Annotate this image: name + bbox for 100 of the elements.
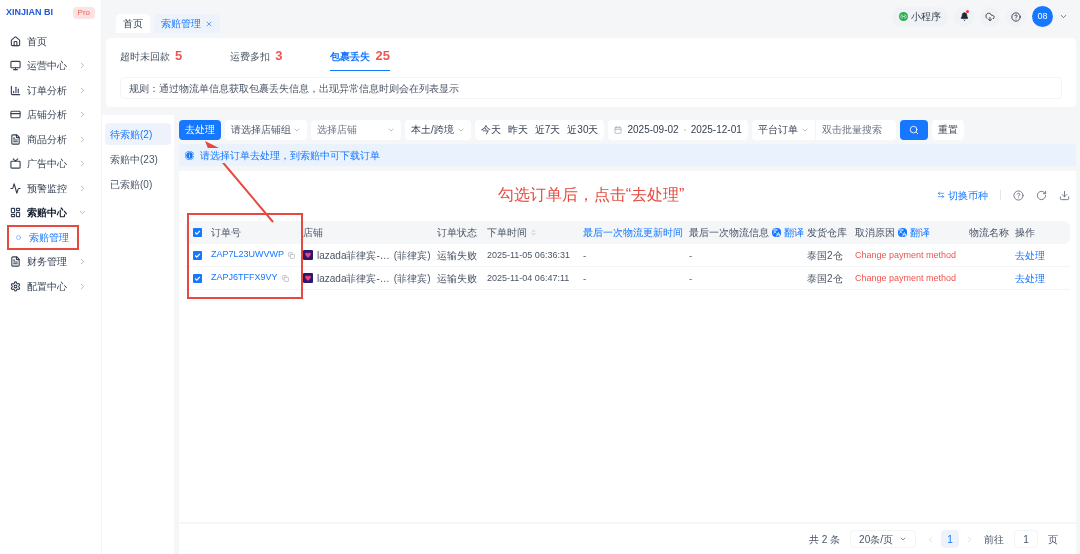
calendar-icon (614, 125, 623, 134)
help-button[interactable] (1006, 6, 1026, 27)
caret-icon (899, 535, 907, 543)
table-cell: 运输失败 (437, 249, 477, 261)
table-cell: Change payment method (855, 273, 957, 284)
notice-text: 请选择订单去处理，到索赔中可下载订单 (200, 147, 380, 163)
status-tab[interactable]: 索赔中(23) (105, 148, 171, 170)
region-select[interactable]: 本土/跨境 (405, 119, 471, 140)
translate-link[interactable]: 翻译 (910, 225, 930, 240)
sidebar-subitem[interactable]: 索赔管理 (0, 225, 101, 250)
column-header: 店铺 (303, 227, 323, 238)
home-icon (10, 35, 21, 47)
table-cell: 2025-11-05 06:36:31 (487, 250, 570, 261)
table-cell: 泰国2仓 (807, 249, 843, 261)
table-cell: 2025-11-04 06:47:11 (487, 273, 570, 284)
store-logo-icon (303, 250, 313, 260)
close-icon[interactable] (205, 19, 213, 28)
sidebar-item[interactable]: 预警监控 (0, 176, 101, 201)
status-tab[interactable]: 已索赔(0) (105, 173, 171, 195)
sidebar-item[interactable]: 配置中心 (0, 274, 101, 299)
date-range-field[interactable]: 2025-09-02 2025-12-01 (608, 119, 748, 140)
column-header: 发货仓库 (807, 227, 847, 238)
mini-program-button[interactable]: 小程序 (892, 6, 948, 27)
quick-date-option[interactable]: 今天 (480, 122, 501, 137)
quick-date-option[interactable]: 近7天 (534, 122, 561, 137)
dot-icon (16, 234, 21, 240)
process-button[interactable]: 去处理 (179, 119, 221, 140)
table-cell: Change payment method (855, 250, 957, 261)
annotation-text: 勾选订单后，点击“去处理” (497, 185, 685, 205)
column-header: 取消原因 (855, 226, 895, 240)
search-field[interactable]: 双击批量搜索 (815, 119, 896, 140)
search-icon (908, 124, 919, 135)
table-cell: - (689, 272, 693, 284)
category-tab[interactable]: 包裹丢失 25 (330, 45, 390, 71)
column-header: 订单状态 (437, 227, 477, 238)
highlight-frame (7, 225, 79, 250)
table-cell-text: (菲律宾) (393, 248, 431, 263)
store-group-select[interactable]: 请选择店铺组 (225, 119, 307, 140)
download-icon[interactable] (1059, 189, 1070, 201)
brand-logo: XINJIAN BI (6, 6, 53, 20)
translate-icon (898, 228, 907, 237)
checkbox[interactable] (193, 228, 202, 237)
document-icon (10, 256, 21, 268)
document-icon (10, 133, 21, 145)
checkbox[interactable] (193, 273, 202, 283)
order-number-link[interactable]: ZAP7L23UWVWP (211, 248, 285, 262)
column-header: 操作 (1015, 227, 1035, 238)
swap-icon (937, 191, 945, 199)
translate-link[interactable]: 翻译 (784, 225, 804, 240)
translate-icon (772, 228, 781, 237)
refresh-icon[interactable] (1036, 189, 1047, 201)
page-number[interactable]: 1 (941, 530, 959, 548)
rule-banner: 规则：通过物流单信息获取包裹丢失信息，出现异常信息时则会在列表显示 (120, 77, 1062, 99)
download-button[interactable] (980, 6, 1000, 27)
sidebar-item[interactable]: 运营中心 (0, 53, 101, 78)
table-cell: - (689, 249, 693, 261)
sort-icon (530, 229, 537, 236)
store-select[interactable]: 选择店铺 (311, 119, 401, 140)
page-size-select[interactable]: 20条/页 (850, 530, 916, 548)
pulse-icon (10, 182, 21, 194)
caret-icon[interactable] (1059, 12, 1068, 21)
quick-date-option[interactable]: 昨天 (507, 122, 528, 137)
checkmark-icon (194, 229, 201, 236)
page-tab[interactable]: 首页 (116, 14, 150, 33)
search-button[interactable] (899, 119, 928, 140)
reset-button[interactable]: 重置 (931, 119, 964, 140)
sidebar-item[interactable]: 财务管理 (0, 249, 101, 274)
page-tab[interactable]: 索赔管理 (154, 14, 220, 33)
table-cell: 泰国2仓 (807, 272, 843, 284)
table-cell-text: lazada菲律宾-… (317, 271, 390, 286)
order-number-link[interactable]: ZAPJ6TFFX9VY (211, 271, 278, 285)
status-tab[interactable]: 待索赔(2) (105, 123, 171, 145)
goto-label: 前往 (984, 532, 1004, 547)
process-link[interactable]: 去处理 (1015, 249, 1045, 261)
category-tab[interactable]: 运费多扣 3 (230, 45, 283, 71)
column-header[interactable]: 下单时间 (487, 225, 583, 240)
avatar[interactable]: 08 (1032, 6, 1053, 27)
notification-button[interactable] (954, 6, 974, 27)
category-tab[interactable]: 超时未回款 5 (120, 45, 183, 71)
help-icon[interactable] (1013, 189, 1024, 201)
screen-icon (10, 158, 21, 170)
sidebar-item[interactable]: 广告中心 (0, 151, 101, 176)
order-type-select[interactable]: 平台订单 (751, 119, 816, 140)
column-header[interactable]: 最后一次物流更新时间 (583, 227, 683, 238)
table-cell: - (583, 249, 587, 261)
sidebar-item[interactable]: 订单分析 (0, 78, 101, 103)
table-cell-text: lazada菲律宾-… (317, 248, 390, 263)
checkmark-icon (194, 274, 201, 282)
sidebar-item[interactable]: 店铺分析 (0, 102, 101, 127)
checkbox[interactable] (193, 250, 202, 260)
table-cell-text: (菲律宾) (393, 271, 431, 286)
process-link[interactable]: 去处理 (1015, 272, 1045, 284)
bar-chart-icon (10, 84, 21, 96)
quick-date-option[interactable]: 近30天 (567, 122, 599, 137)
sidebar-item[interactable]: 商品分析 (0, 127, 101, 152)
switch-currency-link[interactable]: 切换币种 (937, 187, 988, 203)
sidebar-item[interactable]: 首页 (0, 29, 101, 54)
gear-icon (10, 280, 21, 292)
page-input[interactable]: 1 (1014, 530, 1038, 548)
sidebar-item[interactable]: 索赔中心 (0, 200, 101, 225)
